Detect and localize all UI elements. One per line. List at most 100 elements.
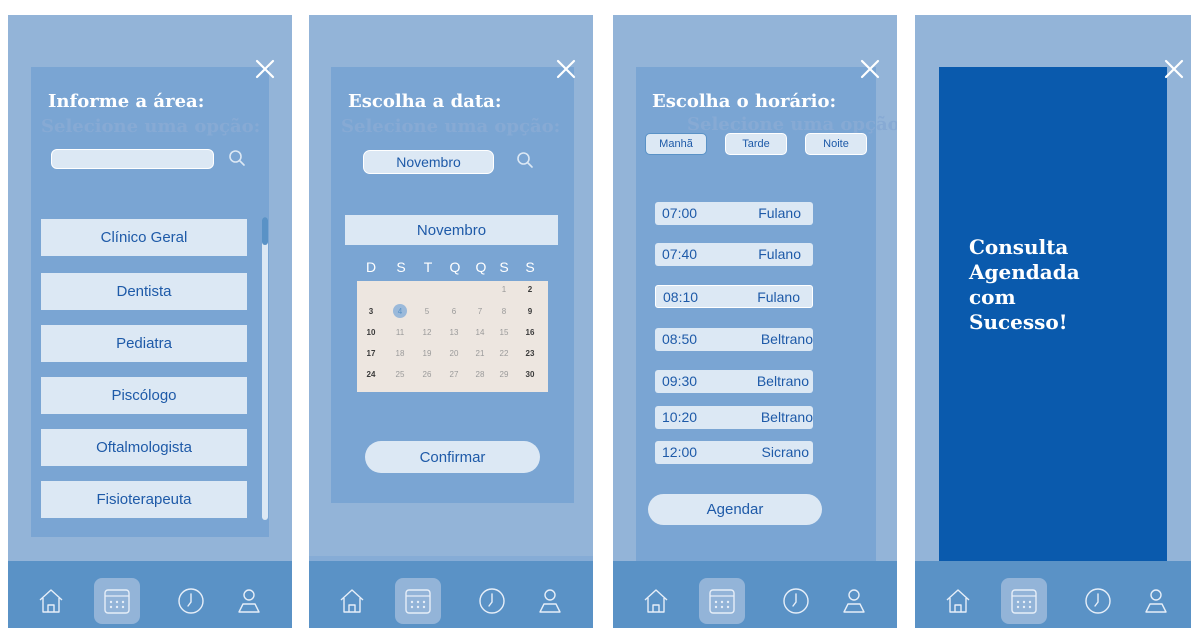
user-icon: [238, 589, 260, 613]
bottom-nav: [915, 561, 1191, 628]
calendar-day[interactable]: 14: [472, 328, 488, 337]
nav-profile[interactable]: [226, 578, 272, 624]
nav-calendar[interactable]: [94, 578, 140, 624]
slot-doctor: Sicrano: [761, 444, 809, 460]
calendar-day[interactable]: 22: [496, 349, 512, 358]
time-slot-selected[interactable]: 08:10 Fulano: [655, 285, 813, 308]
screen-area: Informe a área: Selecione uma opção: Clí…: [8, 15, 292, 628]
slot-doctor: Beltrano: [760, 409, 813, 425]
calendar-month-header: Novembro: [345, 215, 558, 245]
calendar-day[interactable]: 7: [472, 307, 488, 316]
calendar-icon: [104, 589, 130, 614]
calendar-day[interactable]: 6: [446, 307, 462, 316]
area-title: Informe a área:: [48, 91, 205, 112]
calendar-icon: [405, 589, 431, 614]
slot-time: 07:00: [662, 205, 698, 221]
calendar-day[interactable]: 13: [446, 328, 462, 337]
time-slot[interactable]: 12:00 Sicrano: [655, 441, 813, 464]
confirm-button[interactable]: Confirmar: [365, 441, 540, 473]
weekday-label: Q: [475, 259, 487, 275]
slot-doctor: Beltrano: [756, 373, 809, 389]
scrollbar-thumb[interactable]: [262, 217, 268, 245]
calendar-day[interactable]: 8: [496, 307, 512, 316]
calendar-day[interactable]: 17: [363, 349, 379, 358]
calendar-day[interactable]: 1: [496, 285, 512, 294]
calendar-day[interactable]: 19: [419, 349, 435, 358]
time-slot[interactable]: 07:40 Fulano: [655, 243, 813, 266]
nav-profile[interactable]: [527, 578, 573, 624]
nav-clock[interactable]: [469, 578, 515, 624]
home-icon: [340, 589, 364, 613]
calendar-day-selected[interactable]: 4: [392, 307, 408, 316]
calendar-day[interactable]: 10: [363, 328, 379, 337]
calendar-day[interactable]: 26: [419, 370, 435, 379]
nav-calendar[interactable]: [699, 578, 745, 624]
calendar-day[interactable]: 23: [522, 349, 538, 358]
area-search-input[interactable]: [51, 149, 214, 169]
slot-doctor: Fulano: [758, 246, 801, 262]
time-slot[interactable]: 09:30 Beltrano: [655, 370, 813, 393]
calendar-day[interactable]: 28: [472, 370, 488, 379]
nav-calendar[interactable]: [395, 578, 441, 624]
nav-profile[interactable]: [1133, 578, 1179, 624]
nav-home[interactable]: [935, 578, 981, 624]
area-option-oftalmologista[interactable]: Oftalmologista: [41, 429, 247, 466]
calendar-day[interactable]: 16: [522, 328, 538, 337]
area-option-dentista[interactable]: Dentista: [41, 273, 247, 310]
close-icon[interactable]: [859, 58, 881, 80]
date-ghost-title: Selecione uma opção:: [341, 116, 561, 137]
nav-clock[interactable]: [773, 578, 819, 624]
close-icon[interactable]: [555, 58, 577, 80]
time-slot[interactable]: 07:00 Fulano: [655, 202, 813, 225]
nav-home[interactable]: [633, 578, 679, 624]
time-title: Escolha o horário:: [652, 91, 837, 112]
calendar-day[interactable]: 24: [363, 370, 379, 379]
calendar-day[interactable]: 2: [522, 285, 538, 294]
slot-time: 07:40: [662, 246, 698, 262]
nav-clock[interactable]: [1075, 578, 1121, 624]
date-title: Escolha a data:: [348, 91, 502, 112]
calendar-day[interactable]: 9: [522, 307, 538, 316]
shift-noite-button[interactable]: Noite: [805, 133, 867, 155]
calendar-day[interactable]: 5: [419, 307, 435, 316]
calendar-day[interactable]: 27: [446, 370, 462, 379]
scrollbar-track[interactable]: [262, 217, 268, 520]
time-slot[interactable]: 10:20 Beltrano: [655, 406, 813, 429]
bottom-nav: [613, 561, 897, 628]
time-slot[interactable]: 08:50 Beltrano: [655, 328, 813, 351]
screen-date: Escolha a data: Selecione uma opção: Nov…: [309, 15, 593, 628]
month-select[interactable]: Novembro: [363, 150, 494, 174]
nav-clock[interactable]: [168, 578, 214, 624]
nav-profile[interactable]: [831, 578, 877, 624]
time-ghost-title: Selecione uma opção:: [687, 114, 897, 135]
home-icon: [644, 589, 668, 613]
area-option-piscologo[interactable]: Piscólogo: [41, 377, 247, 414]
slot-time: 08:10: [663, 289, 699, 305]
calendar-icon: [709, 589, 735, 614]
nav-home[interactable]: [28, 578, 74, 624]
shift-tarde-button[interactable]: Tarde: [725, 133, 787, 155]
nav-calendar[interactable]: [1001, 578, 1047, 624]
calendar-day[interactable]: 30: [522, 370, 538, 379]
calendar-day[interactable]: 21: [472, 349, 488, 358]
calendar-day[interactable]: 11: [392, 328, 408, 337]
calendar-day[interactable]: 25: [392, 370, 408, 379]
bottom-nav: [8, 561, 292, 628]
calendar-day[interactable]: 15: [496, 328, 512, 337]
area-option-fisioterapeuta[interactable]: Fisioterapeuta: [41, 481, 247, 518]
calendar-day[interactable]: 29: [496, 370, 512, 379]
slot-doctor: Fulano: [758, 205, 801, 221]
calendar-day[interactable]: 20: [446, 349, 462, 358]
calendar-day[interactable]: 12: [419, 328, 435, 337]
area-option-pediatra[interactable]: Pediatra: [41, 325, 247, 362]
search-icon[interactable]: [228, 149, 246, 167]
close-icon[interactable]: [254, 58, 276, 80]
shift-manha-button[interactable]: Manhã: [645, 133, 707, 155]
calendar-day[interactable]: 3: [363, 307, 379, 316]
calendar-day[interactable]: 18: [392, 349, 408, 358]
close-icon[interactable]: [1163, 58, 1185, 80]
nav-home[interactable]: [329, 578, 375, 624]
search-icon[interactable]: [516, 151, 534, 169]
agendar-button[interactable]: Agendar: [648, 494, 822, 525]
area-option-clinico-geral[interactable]: Clínico Geral: [41, 219, 247, 256]
